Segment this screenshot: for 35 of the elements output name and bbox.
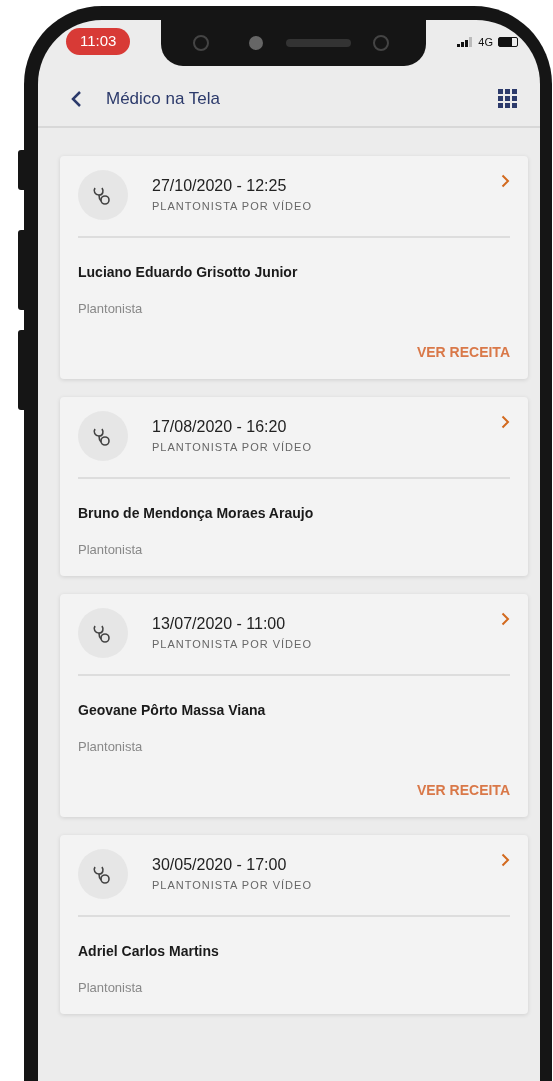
stethoscope-icon bbox=[78, 849, 128, 899]
appointment-type: PLANTONISTA POR VÍDEO bbox=[152, 198, 313, 214]
network-label: 4G bbox=[478, 35, 493, 50]
stethoscope-icon bbox=[78, 411, 128, 461]
back-icon[interactable] bbox=[70, 89, 82, 108]
doctor-name: Adriel Carlos Martins bbox=[78, 942, 220, 961]
doctor-role: Plantonista bbox=[78, 299, 144, 318]
chevron-right-icon[interactable] bbox=[501, 853, 510, 867]
stethoscope-icon bbox=[78, 169, 128, 220]
appointment-type: PLANTONISTA POR VÍDEO bbox=[152, 636, 313, 652]
doctor-role: Plantonista bbox=[78, 737, 144, 756]
doctor-name: Geovane Pôrto Massa Viana bbox=[78, 700, 267, 720]
appointment-datetime: 27/10/2020 - 12:25 bbox=[152, 175, 288, 196]
appointment-card[interactable]: 30/05/2020 - 17:00 PLANTONISTA POR VÍDEO Adriel Carlos Martins Plantonista bbox=[60, 835, 528, 1014]
appointment-datetime: 17/08/2020 - 16:20 bbox=[152, 417, 288, 437]
status-time: 11:03 bbox=[66, 28, 131, 55]
appointment-datetime: 30/05/2020 - 17:00 bbox=[152, 855, 288, 875]
stethoscope-icon bbox=[78, 607, 128, 658]
appointment-card[interactable]: 27/10/2020 - 12:25 PLANTONISTA POR VÍDEO Luciano Eduardo Grisotto Junior Plantonista VER RECEITA bbox=[60, 155, 528, 379]
appointment-type: PLANTONISTA POR VÍDEO bbox=[152, 440, 313, 455]
signal-icon bbox=[457, 37, 474, 48]
appointment-datetime: 13/07/2020 - 11:00 bbox=[152, 613, 287, 634]
battery-icon bbox=[498, 37, 518, 48]
doctor-name: Luciano Eduardo Grisotto Junior bbox=[78, 262, 299, 282]
doctor-role: Plantonista bbox=[78, 979, 144, 997]
appointment-card[interactable]: 17/08/2020 - 16:20 PLANTONISTA POR VÍDEO Bruno de Mendonça Moraes Araujo Plantonista bbox=[60, 397, 528, 576]
appointment-card[interactable]: 13/07/2020 - 11:00 PLANTONISTA POR VÍDEO Geovane Pôrto Massa Viana Plantonista VER RECEITA bbox=[60, 593, 528, 817]
chevron-right-icon[interactable] bbox=[501, 611, 510, 626]
grid-menu-icon[interactable] bbox=[498, 88, 518, 109]
appointment-type: PLANTONISTA POR VÍDEO bbox=[152, 878, 313, 893]
doctor-role: Plantonista bbox=[78, 541, 144, 559]
chevron-right-icon[interactable] bbox=[501, 173, 510, 188]
doctor-name: Bruno de Mendonça Moraes Araujo bbox=[78, 504, 315, 523]
chevron-right-icon[interactable] bbox=[501, 415, 510, 429]
screen-title: Médico na Tela bbox=[106, 88, 222, 110]
